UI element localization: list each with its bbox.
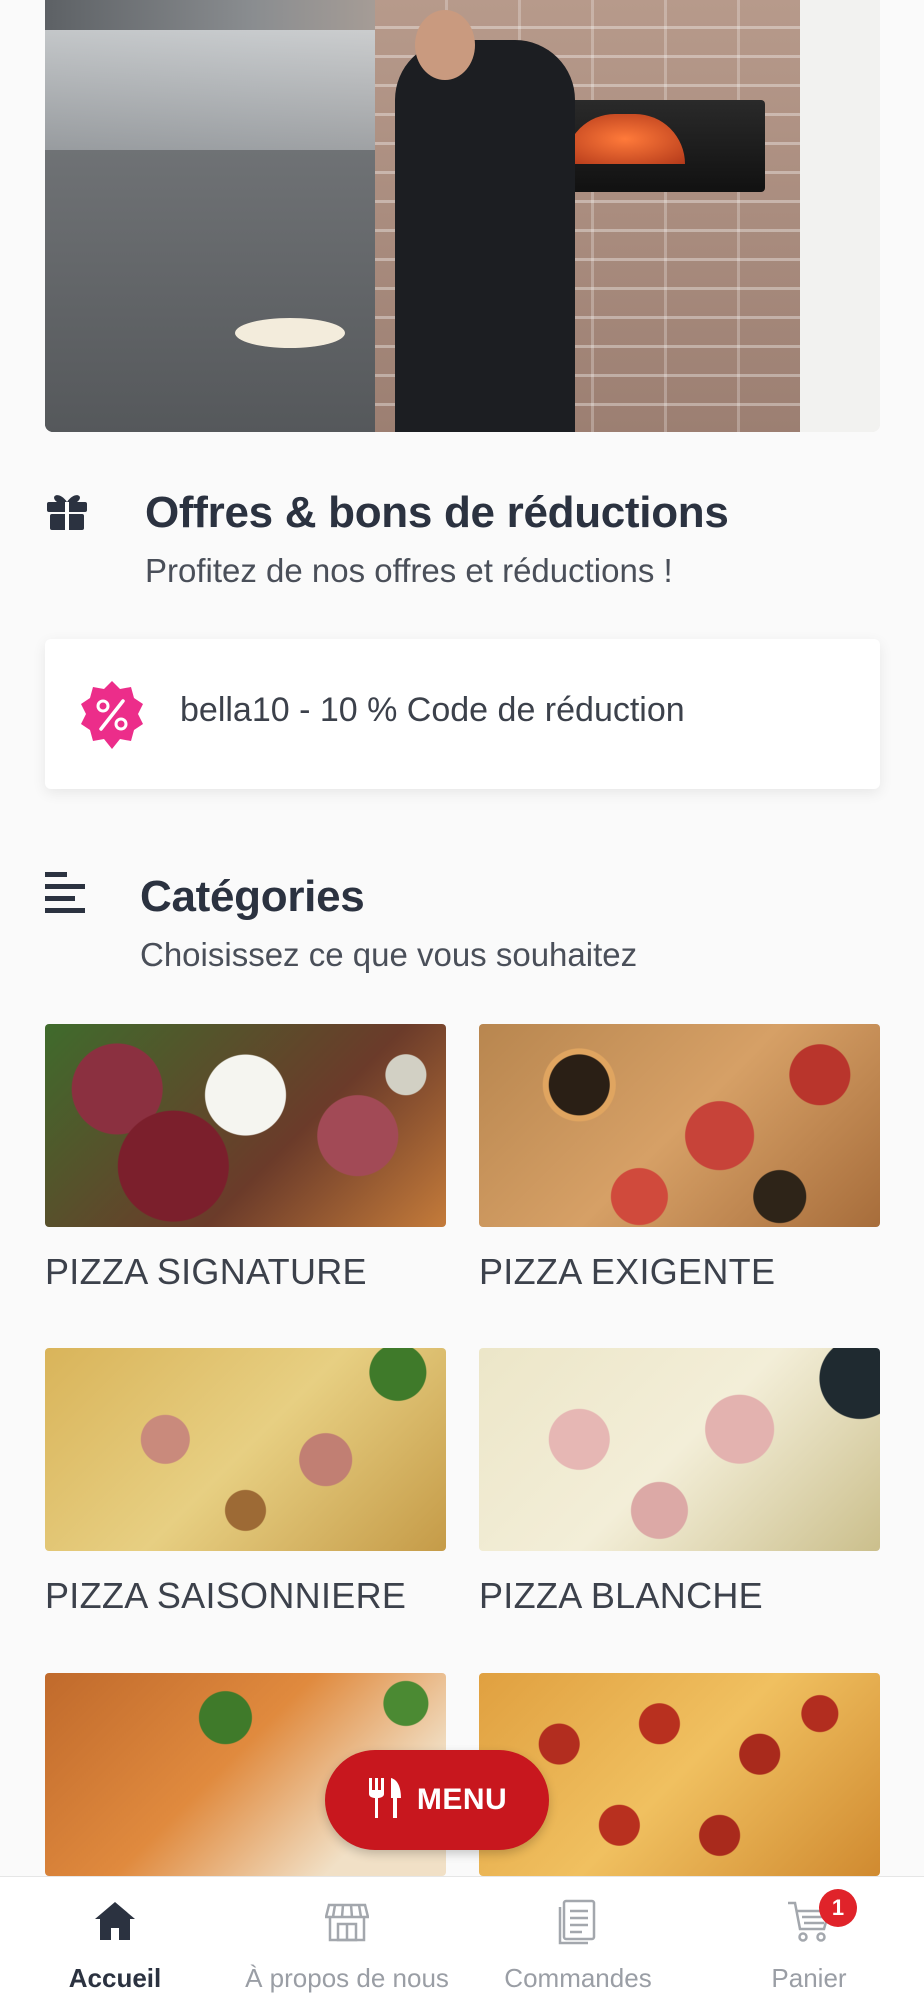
orders-icon	[556, 1897, 600, 1950]
category-label: PIZZA SIGNATURE	[45, 1251, 367, 1292]
category-label: PIZZA EXIGENTE	[479, 1251, 776, 1292]
offers-title: Offres & bons de réductions	[145, 488, 729, 537]
category-image	[479, 1348, 880, 1551]
category-card-signature[interactable]: PIZZA SIGNATURE	[45, 1024, 446, 1293]
store-icon	[324, 1899, 370, 1948]
gift-icon	[45, 488, 89, 532]
coupon-card[interactable]: bella10 - 10 % Code de réduction	[45, 639, 880, 789]
category-image	[479, 1024, 880, 1227]
category-card-blanche[interactable]: PIZZA BLANCHE	[479, 1348, 880, 1617]
coupon-text: bella10 - 10 % Code de réduction	[180, 691, 685, 729]
tab-label: À propos de nous	[245, 1963, 449, 1993]
hero-image	[45, 0, 880, 432]
category-label: PIZZA SAISONNIERE	[45, 1575, 407, 1616]
category-image	[45, 1348, 446, 1551]
tab-panier[interactable]: 1 Panier	[699, 1889, 919, 1994]
discount-badge-icon	[79, 679, 145, 753]
tab-label: Accueil	[68, 1963, 162, 1993]
menu-button[interactable]: MENU	[325, 1750, 549, 1850]
category-label: PIZZA BLANCHE	[479, 1575, 763, 1616]
fork-knife-icon	[367, 1777, 403, 1823]
bottom-tab-bar: Accueil À propos de nous Commandes 1 Pan…	[0, 1876, 924, 2000]
categories-title: Catégories	[140, 872, 365, 921]
tab-label: Panier	[771, 1963, 847, 1993]
tab-label: Commandes	[504, 1963, 652, 1993]
cart-count-badge: 1	[819, 1889, 857, 1927]
categories-subtitle: Choisissez ce que vous souhaitez	[140, 936, 638, 973]
tab-commandes[interactable]: Commandes	[468, 1897, 688, 1994]
tab-accueil[interactable]: Accueil	[5, 1897, 225, 1994]
category-image	[45, 1024, 446, 1227]
menu-button-label: MENU	[416, 1783, 508, 1816]
offers-subtitle: Profitez de nos offres et réductions !	[145, 552, 673, 589]
list-icon	[45, 872, 89, 916]
category-card-saisonniere[interactable]: PIZZA SAISONNIERE	[45, 1348, 446, 1617]
category-card-exigente[interactable]: PIZZA EXIGENTE	[479, 1024, 880, 1293]
home-icon	[93, 1899, 137, 1948]
tab-a-propos[interactable]: À propos de nous	[237, 1897, 457, 1994]
